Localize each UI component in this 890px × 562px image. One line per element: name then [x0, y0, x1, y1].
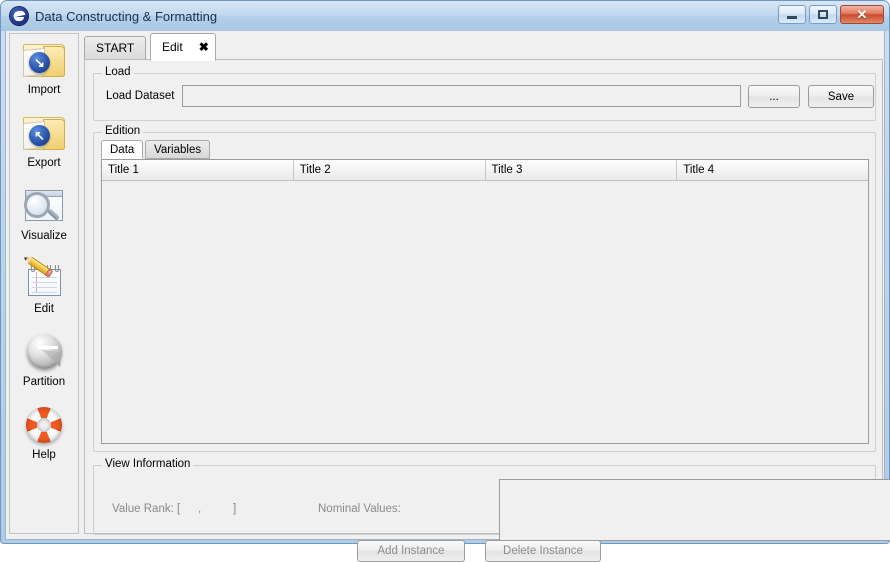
tab-strip: START Edit ✖ [84, 33, 883, 61]
load-dataset-label: Load Dataset [106, 90, 175, 102]
close-button[interactable]: ✕ [840, 5, 884, 24]
delete-instance-button[interactable]: Delete Instance [485, 540, 601, 562]
edition-group: Edition Data Variables Title 1 Title 2 T… [93, 125, 876, 452]
browse-button[interactable]: ... [748, 85, 800, 108]
view-information-group: View Information Value Rank: [ , ] Nomin… [93, 458, 890, 541]
edition-group-title: Edition [102, 125, 144, 137]
application-window: Data Constructing & Formatting ✕ ↘ Impor… [0, 0, 890, 562]
client-area: ↘ Import ↖ Export Visualize Edit Partiti… [5, 31, 890, 562]
data-table-body[interactable] [102, 181, 868, 443]
inner-tab-data-label: Data [110, 143, 135, 156]
tab-edit-label: Edit [162, 40, 183, 54]
magnifier-window-icon [21, 184, 67, 228]
load-group: Load Load Dataset ... Save [93, 66, 876, 121]
load-group-title: Load [102, 66, 134, 78]
minimize-icon [787, 16, 797, 19]
sidebar-label-partition: Partition [22, 376, 66, 388]
data-table-header: Title 1 Title 2 Title 3 Title 4 [102, 160, 868, 181]
sidebar-item-partition[interactable]: Partition [10, 326, 78, 399]
column-header[interactable]: Title 2 [293, 160, 486, 181]
sidebar-item-export[interactable]: ↖ Export [10, 107, 78, 180]
sidebar-item-edit[interactable]: Edit [10, 253, 78, 326]
value-rank-comma: , [198, 503, 202, 515]
nominal-values-textarea[interactable] [499, 479, 890, 541]
window-title: Data Constructing & Formatting [35, 8, 218, 24]
tab-close-icon[interactable]: ✖ [199, 41, 209, 53]
edition-inner-tabs: Data Variables [101, 140, 869, 160]
view-information-title: View Information [102, 458, 194, 470]
column-header[interactable]: Title 3 [485, 160, 678, 181]
column-header[interactable]: Title 1 [102, 160, 294, 181]
pie-chart-icon [21, 330, 67, 374]
sidebar-label-import: Import [27, 84, 61, 96]
value-rank-label: Value Rank: [ [112, 503, 181, 515]
main-panel: START Edit ✖ Load Load Dataset ... Save … [84, 33, 890, 562]
title-bar: Data Constructing & Formatting ✕ [1, 1, 889, 31]
inner-tab-data[interactable]: Data [101, 140, 144, 159]
window-controls: ✕ [778, 5, 884, 24]
tab-edit[interactable]: Edit ✖ [150, 33, 216, 61]
add-instance-label: Add Instance [377, 545, 445, 557]
life-ring-icon [21, 403, 67, 447]
sidebar-label-help: Help [32, 449, 56, 461]
inner-tab-variables[interactable]: Variables [145, 140, 211, 159]
sidebar-label-export: Export [27, 157, 61, 169]
save-button-label: Save [827, 90, 855, 103]
tab-start[interactable]: START [84, 36, 147, 60]
browse-button-label: ... [769, 90, 779, 103]
folder-import-icon: ↘ [21, 38, 67, 82]
load-dataset-input[interactable] [182, 85, 741, 107]
sidebar-label-visualize: Visualize [21, 230, 67, 242]
nominal-values-label: Nominal Values: [318, 503, 401, 515]
maximize-button[interactable] [809, 5, 837, 24]
pencil-notepad-icon [21, 253, 67, 301]
data-table[interactable]: Title 1 Title 2 Title 3 Title 4 [101, 159, 869, 444]
column-header[interactable]: Title 4 [677, 160, 868, 181]
sidebar-item-visualize[interactable]: Visualize [10, 180, 78, 253]
inner-tab-variables-label: Variables [154, 143, 202, 156]
sidebar-item-help[interactable]: Help [10, 399, 78, 472]
tab-panel-edit: Load Load Dataset ... Save Edition Data … [84, 59, 890, 562]
sidebar-label-edit: Edit [34, 303, 54, 315]
sidebar-item-import[interactable]: ↘ Import [10, 34, 78, 107]
app-logo-icon [10, 7, 28, 25]
minimize-button[interactable] [778, 5, 806, 24]
navigation-sidebar: ↘ Import ↖ Export Visualize Edit Partiti… [9, 33, 79, 534]
value-rank-close-bracket: ] [233, 503, 237, 515]
save-button[interactable]: Save [808, 85, 874, 108]
tab-start-label: START [96, 41, 135, 55]
folder-export-icon: ↖ [21, 111, 67, 155]
delete-instance-label: Delete Instance [503, 545, 583, 557]
close-icon: ✕ [856, 7, 868, 22]
add-instance-button[interactable]: Add Instance [357, 540, 465, 562]
maximize-icon [818, 10, 828, 19]
